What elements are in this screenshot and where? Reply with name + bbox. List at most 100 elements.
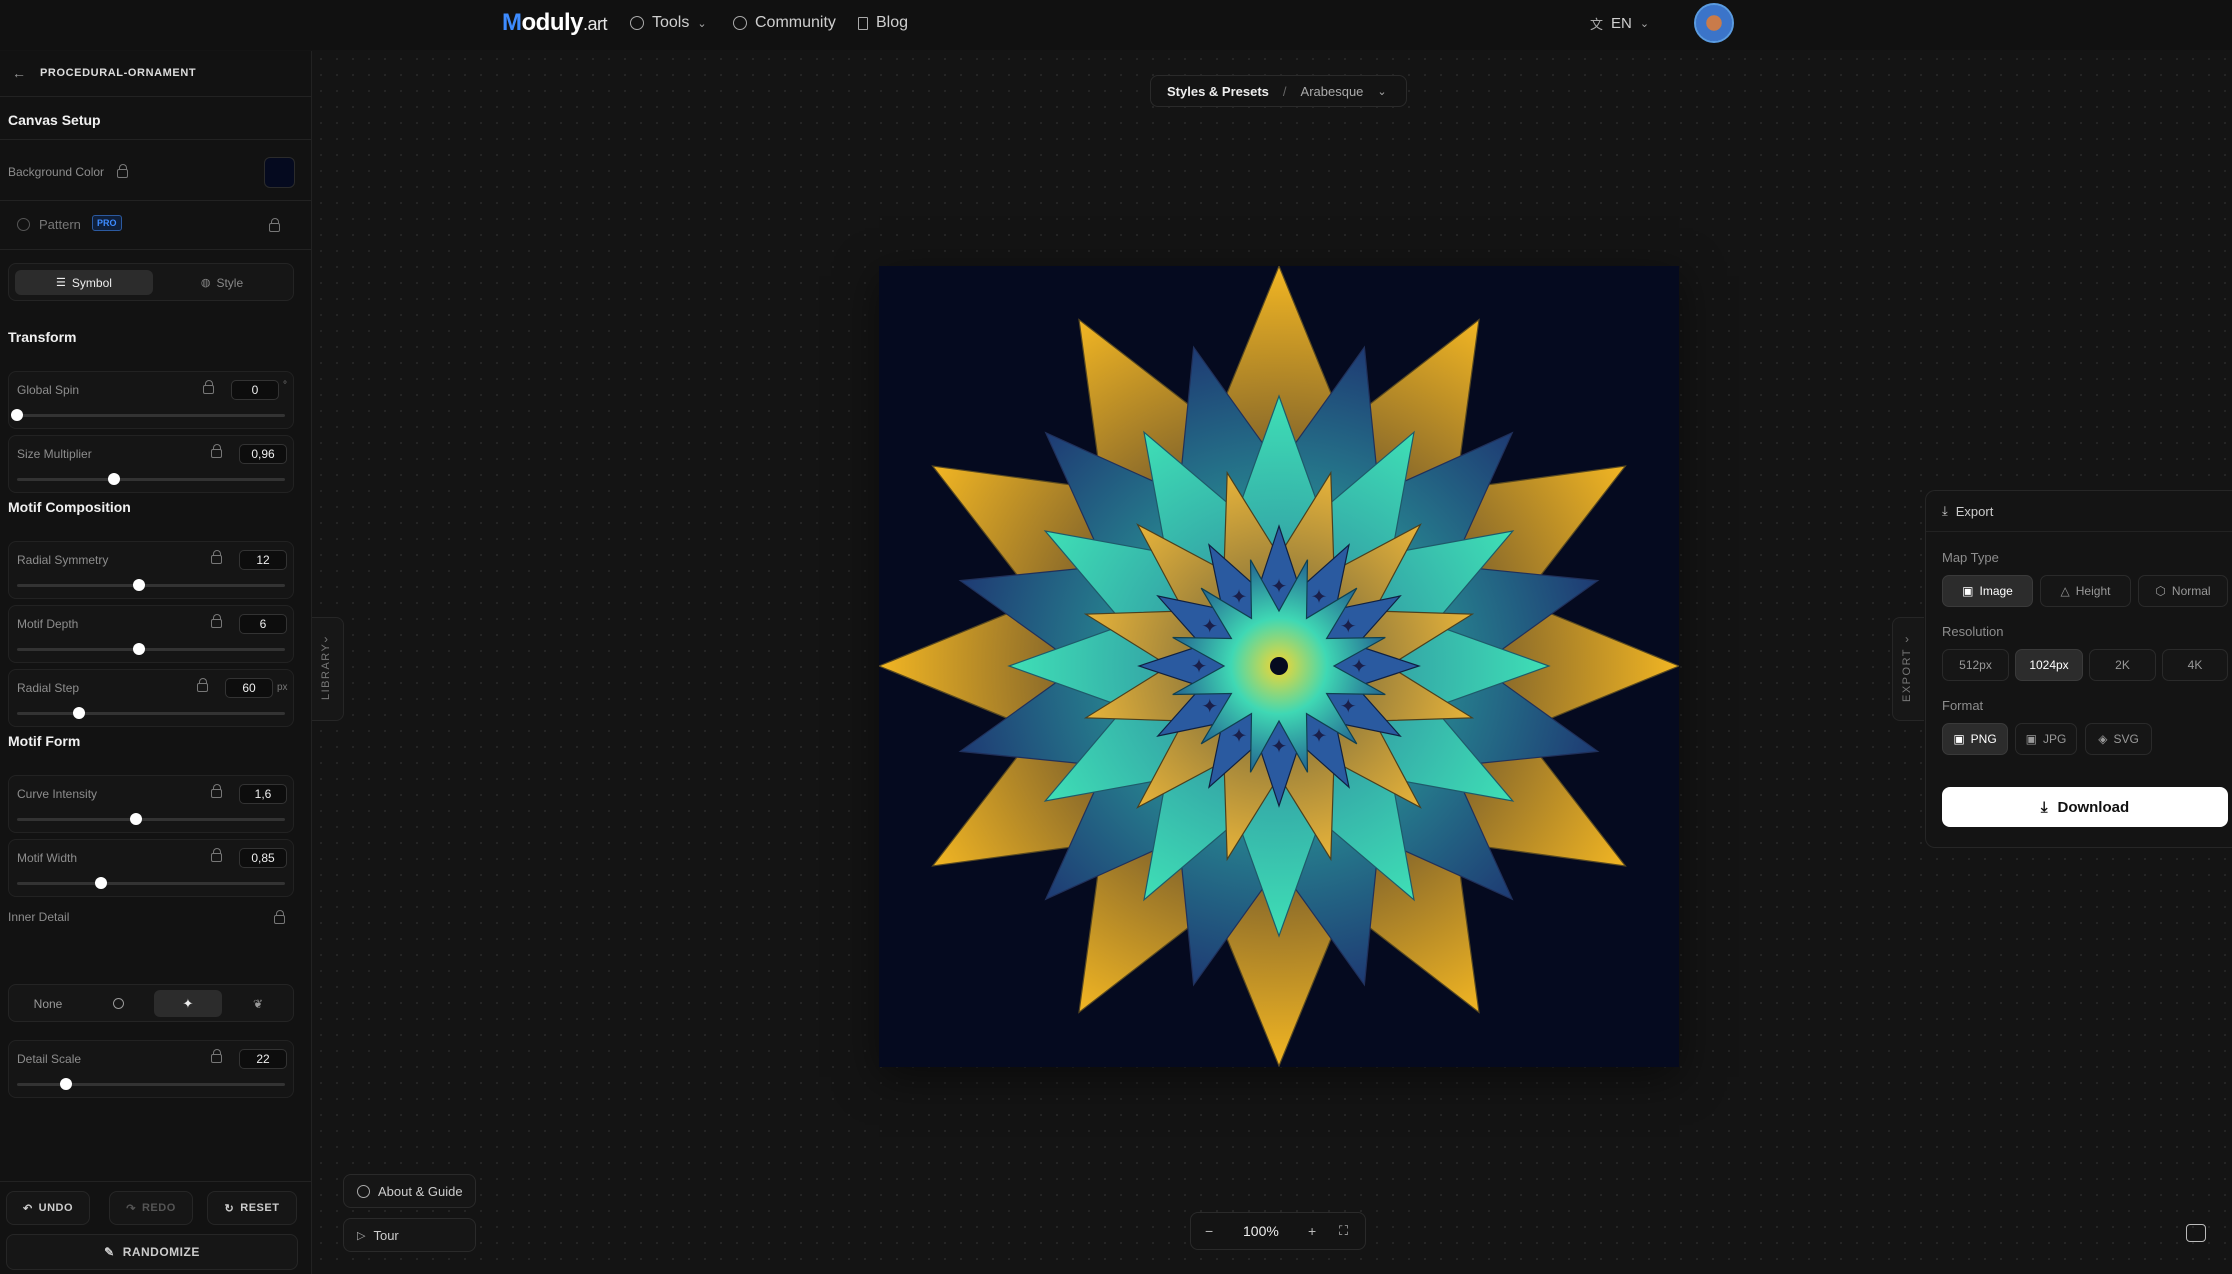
artwork-canvas[interactable]: ✦ ✦ ✦ ✦ ✦ ✦ ✦ ✦ ✦ ✦ ✦ ✦: [877, 264, 1681, 1068]
back-arrow-icon[interactable]: ←: [12, 65, 26, 81]
pattern-checkbox[interactable]: [17, 218, 30, 231]
radial-symmetry-value[interactable]: 12: [239, 550, 287, 570]
lock-icon[interactable]: [211, 1049, 222, 1063]
ornament-sparkle: ✦: [1201, 696, 1218, 718]
curve-intensity-value[interactable]: 1,6: [239, 784, 287, 804]
slider-track[interactable]: [17, 1083, 285, 1086]
lock-icon[interactable]: [211, 784, 222, 798]
radial-step-value[interactable]: 60: [225, 678, 273, 698]
nav-blog[interactable]: Blog: [858, 14, 908, 32]
tab-style-label: Style: [216, 275, 244, 290]
library-drawer-tab[interactable]: › LIBRARY: [312, 617, 344, 721]
export-drawer-tab[interactable]: › EXPORT: [1892, 617, 1924, 721]
map-type-image[interactable]: ▣ Image: [1942, 575, 2033, 607]
detail-scale-value[interactable]: 22: [239, 1049, 287, 1069]
slider-knob[interactable]: [108, 473, 121, 485]
about-guide-button[interactable]: About & Guide: [343, 1174, 476, 1208]
lock-icon[interactable]: [274, 910, 285, 924]
redo-button[interactable]: ↷ REDO: [109, 1191, 193, 1225]
lock-icon[interactable]: [203, 380, 214, 394]
slider-track[interactable]: [17, 414, 285, 417]
nav-community[interactable]: Community: [733, 14, 836, 32]
slider-knob[interactable]: [59, 1078, 72, 1090]
logo[interactable]: Moduly.art: [502, 9, 608, 37]
inner-detail-sparkle[interactable]: ✦: [154, 990, 222, 1017]
background-color-swatch[interactable]: [264, 157, 295, 188]
slider-track[interactable]: [17, 818, 285, 821]
resolution-2k-label: 2K: [2115, 658, 2130, 672]
undo-button[interactable]: ↶ UNDO: [6, 1191, 90, 1225]
motif-width-value[interactable]: 0,85: [239, 848, 287, 868]
breadcrumb-root[interactable]: Styles & Presets: [1167, 84, 1269, 99]
slider-track[interactable]: [17, 584, 285, 587]
tools-icon: [630, 16, 644, 30]
format-jpg[interactable]: ▣ JPG: [2015, 723, 2077, 755]
download-button[interactable]: ⤓ Download: [1942, 787, 2228, 827]
resolution-512-label: 512px: [1959, 658, 1992, 672]
preset-selector[interactable]: Arabesque: [1301, 84, 1364, 99]
ornament-svg: ✦ ✦ ✦ ✦ ✦ ✦ ✦ ✦ ✦ ✦ ✦ ✦: [877, 264, 1681, 1068]
tab-style[interactable]: ◍ Style: [153, 270, 291, 295]
tour-button[interactable]: ▷ Tour: [343, 1218, 476, 1252]
logo-mark: M: [502, 9, 522, 36]
tab-symbol[interactable]: ☰ Symbol: [15, 270, 153, 295]
lock-icon[interactable]: [117, 164, 128, 178]
map-type-height[interactable]: △ Height: [2040, 575, 2131, 607]
nav-tools[interactable]: Tools ⌄: [630, 14, 707, 32]
format-svg[interactable]: ◈ SVG: [2085, 723, 2152, 755]
language-selector[interactable]: 文 EN ⌄: [1590, 14, 1649, 33]
randomize-button[interactable]: ✎ RANDOMIZE: [6, 1234, 298, 1270]
ornament-sparkle: ✦: [1191, 656, 1208, 678]
slider-knob[interactable]: [11, 409, 23, 421]
motif-width-label: Motif Width: [17, 851, 78, 865]
resolution-4k-label: 4K: [2187, 658, 2203, 672]
circle-icon: [112, 998, 124, 1009]
section-transform: Transform: [8, 329, 77, 345]
image-icon: ▣: [1953, 732, 1965, 746]
lock-icon[interactable]: [211, 550, 222, 564]
resolution-4k[interactable]: 4K: [2162, 649, 2228, 681]
resolution-512[interactable]: 512px: [1942, 649, 2009, 681]
chevron-right-icon: ›: [1905, 632, 1909, 646]
resolution-1024[interactable]: 1024px: [2015, 649, 2083, 681]
inner-detail-none[interactable]: None: [14, 990, 82, 1017]
slider-track[interactable]: [17, 712, 285, 715]
resolution-label: Resolution: [1942, 624, 2004, 639]
slider-knob[interactable]: [94, 877, 107, 889]
lock-icon[interactable]: [197, 678, 208, 692]
slider-knob[interactable]: [73, 707, 86, 719]
inner-detail-leaf[interactable]: ❦: [224, 990, 292, 1017]
export-tab-label: EXPORT: [1901, 647, 1913, 702]
zoom-in-icon[interactable]: +: [1308, 1223, 1316, 1239]
slider-track[interactable]: [17, 882, 285, 885]
map-type-normal[interactable]: ⬡ Normal: [2138, 575, 2228, 607]
reset-button[interactable]: ↻ RESET: [207, 1191, 297, 1225]
motif-depth-label: Motif Depth: [17, 617, 79, 631]
slider-track[interactable]: [17, 478, 285, 481]
inner-detail-circle[interactable]: [84, 990, 152, 1017]
size-multiplier-value[interactable]: 0,96: [239, 444, 287, 464]
global-spin-value[interactable]: 0: [231, 380, 279, 400]
lock-icon[interactable]: [211, 848, 222, 862]
lock-icon[interactable]: [211, 614, 222, 628]
ornament-sparkle: ✦: [1231, 725, 1248, 747]
download-label: Download: [2057, 798, 2130, 816]
slider-knob[interactable]: [132, 579, 145, 591]
slider-track[interactable]: [17, 648, 285, 651]
chevron-down-icon[interactable]: ⌄: [1377, 85, 1386, 98]
slider-knob[interactable]: [129, 813, 142, 825]
format-png[interactable]: ▣ PNG: [1942, 723, 2008, 755]
resolution-1024-label: 1024px: [2029, 658, 2069, 672]
nav-community-label: Community: [755, 14, 836, 31]
resolution-2k[interactable]: 2K: [2089, 649, 2156, 681]
lock-icon[interactable]: [211, 444, 222, 458]
avatar[interactable]: [1694, 3, 1734, 43]
section-motif-composition: Motif Composition: [8, 499, 131, 515]
zoom-out-icon[interactable]: −: [1205, 1223, 1213, 1239]
fullscreen-icon[interactable]: ⛶: [1339, 1223, 1348, 1239]
motif-depth-value[interactable]: 6: [239, 614, 287, 634]
slider-knob[interactable]: [132, 643, 145, 655]
lock-icon[interactable]: [269, 218, 280, 232]
feedback-chat-icon[interactable]: [2186, 1224, 2206, 1242]
symbol-style-toggle: ☰ Symbol ◍ Style: [8, 263, 294, 301]
